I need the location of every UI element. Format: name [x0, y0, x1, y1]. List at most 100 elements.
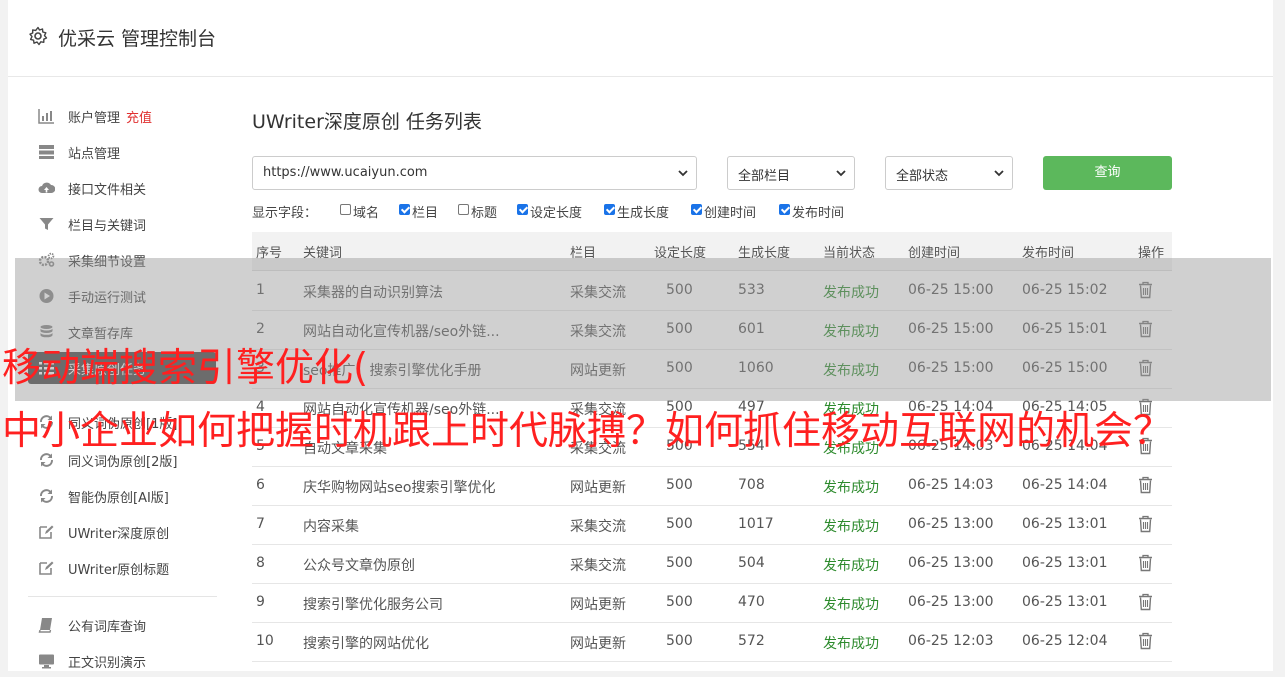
table-cell: 06-25 14:04 — [1022, 477, 1108, 493]
table-cell: 搜索引擎的网站优化 — [303, 636, 429, 652]
table-cell: 708 — [738, 477, 765, 493]
app-title: 优采云 管理控制台 — [58, 28, 217, 50]
checkbox-label: 设定长度 — [530, 206, 583, 221]
sidebar-item-label: 站点管理 — [68, 147, 121, 162]
sidebar-item-label: 正文识别演示 — [68, 656, 147, 671]
sidebar-item-label: UWriter原创标题 — [68, 563, 170, 578]
overlay-headline: 移动端搜索引擎优化( — [2, 346, 369, 391]
trash-icon[interactable] — [1138, 632, 1153, 650]
checkbox[interactable] — [458, 204, 469, 215]
table-cell: 06-25 13:00 — [908, 516, 994, 532]
checkbox[interactable] — [399, 204, 410, 215]
edit-icon — [39, 561, 54, 575]
trash-icon[interactable] — [1138, 515, 1153, 533]
table-cell: 500 — [666, 555, 693, 571]
table-cell: 6 — [256, 477, 265, 493]
checkbox-label: 生成长度 — [617, 206, 670, 221]
chevron-down-icon — [836, 170, 846, 177]
edit-icon — [39, 525, 54, 539]
sidebar-item-label: 账户管理 — [68, 111, 121, 126]
sidebar-item-interface[interactable]: 接口文件相关 — [28, 172, 216, 204]
table-cell: 网站更新 — [570, 480, 626, 496]
site-select-value: https://www.ucaiyun.com — [263, 165, 428, 180]
trash-icon[interactable] — [1138, 554, 1153, 572]
sidebar-divider — [28, 596, 217, 597]
table-cell: 06-25 13:01 — [1022, 594, 1108, 610]
chevron-down-icon — [678, 170, 688, 177]
checkbox-label: 标题 — [471, 206, 498, 221]
checkbox-label: 发布时间 — [792, 206, 845, 221]
table-cell: 572 — [738, 633, 765, 649]
trash-icon[interactable] — [1138, 593, 1153, 611]
chevron-down-icon — [994, 170, 1004, 177]
sidebar-item-label: 公有词库查询 — [68, 620, 147, 635]
table-cell: 06-25 12:04 — [1022, 633, 1108, 649]
checkbox[interactable] — [340, 204, 351, 215]
sidebar-item-account[interactable]: 账户管理 充值 — [28, 100, 216, 132]
table-cell: 06-25 12:03 — [908, 633, 994, 649]
status-badge: 发布成功 — [823, 480, 879, 496]
checkbox[interactable] — [517, 204, 528, 215]
column-select[interactable]: 全部栏目 — [727, 156, 855, 190]
sidebar-item-ai-rewrite[interactable]: 智能伪原创[AI版] — [28, 480, 216, 512]
table-cell: 1017 — [738, 516, 774, 532]
table-cell: 06-25 14:03 — [908, 477, 994, 493]
checkbox[interactable] — [779, 204, 790, 215]
monitor-icon — [39, 654, 54, 669]
table-cell: 9 — [256, 594, 265, 610]
status-select[interactable]: 全部状态 — [885, 156, 1013, 190]
sidebar-item-text-recognition[interactable]: 正文识别演示 — [28, 645, 216, 677]
checkbox[interactable] — [604, 204, 615, 215]
sidebar-item-label: 接口文件相关 — [68, 183, 147, 198]
sidebar-item-sites[interactable]: 站点管理 — [28, 136, 216, 168]
table-cell: 内容采集 — [303, 519, 359, 535]
sidebar-item-public-lexicon[interactable]: 公有词库查询 — [28, 609, 216, 641]
table-cell: 500 — [666, 594, 693, 610]
table-cell: 公众号文章伪原创 — [303, 558, 415, 574]
gear-icon — [29, 26, 48, 46]
status-select-value: 全部状态 — [896, 169, 949, 184]
table-cell: 10 — [256, 633, 274, 649]
refresh-icon — [40, 489, 53, 503]
trash-icon[interactable] — [1138, 476, 1153, 494]
page-title: UWriter深度原创 任务列表 — [252, 111, 482, 133]
table-cell: 庆华购物网站seo搜索引擎优化 — [303, 480, 496, 496]
table-cell: 470 — [738, 594, 765, 610]
table-row: 10 搜索引擎的网站优化 网站更新 500 572 发布成功 06-25 12:03 06-2… — [252, 622, 1172, 662]
table-cell: 采集交流 — [570, 558, 626, 574]
table-cell: 06-25 13:01 — [1022, 555, 1108, 571]
bar-chart-icon — [38, 109, 54, 124]
table-cell: 06-25 13:00 — [908, 594, 994, 610]
status-badge: 发布成功 — [823, 519, 879, 535]
checkbox[interactable] — [691, 204, 702, 215]
status-badge: 发布成功 — [823, 558, 879, 574]
filter-icon — [39, 218, 54, 230]
sidebar-item-uwriter-original[interactable]: UWriter深度原创 — [28, 516, 216, 548]
table-row: 6 庆华购物网站seo搜索引擎优化 网站更新 500 708 发布成功 06-25 14:0… — [252, 466, 1172, 506]
table-cell: 500 — [666, 633, 693, 649]
server-icon — [39, 145, 54, 159]
checkbox-label: 栏目 — [412, 206, 439, 221]
cloud-upload-icon — [38, 182, 55, 193]
table-cell: 06-25 13:00 — [908, 555, 994, 571]
query-button[interactable]: 查询 — [1043, 156, 1172, 190]
table-cell: 500 — [666, 516, 693, 532]
recharge-link[interactable]: 充值 — [126, 111, 152, 126]
overlay-subheadline: 中小企业如何把握时机跟上时代脉搏？如何抓住移动互联网的机会？ — [2, 409, 1173, 454]
table-cell: 06-25 13:01 — [1022, 516, 1108, 532]
table-cell: 504 — [738, 555, 765, 571]
table-cell: 采集交流 — [570, 519, 626, 535]
table-cell: 搜索引擎优化服务公司 — [303, 597, 443, 613]
sidebar-item-label: UWriter深度原创 — [68, 527, 170, 542]
site-select[interactable]: https://www.ucaiyun.com — [252, 156, 697, 190]
sidebar-item-uwriter-title[interactable]: UWriter原创标题 — [28, 552, 216, 584]
fields-label: 显示字段： — [252, 206, 318, 221]
sidebar-item-keywords[interactable]: 栏目与关键词 — [28, 208, 216, 240]
sidebar-item-label: 智能伪原创[AI版] — [68, 491, 169, 506]
column-select-value: 全部栏目 — [738, 169, 791, 184]
book-icon — [38, 618, 52, 633]
table-row: 7 内容采集 采集交流 500 1017 发布成功 06-25 13:00 06-25 13:… — [252, 505, 1172, 545]
table-cell: 网站更新 — [570, 597, 626, 613]
table-cell: 8 — [256, 555, 265, 571]
table-cell: 500 — [666, 477, 693, 493]
